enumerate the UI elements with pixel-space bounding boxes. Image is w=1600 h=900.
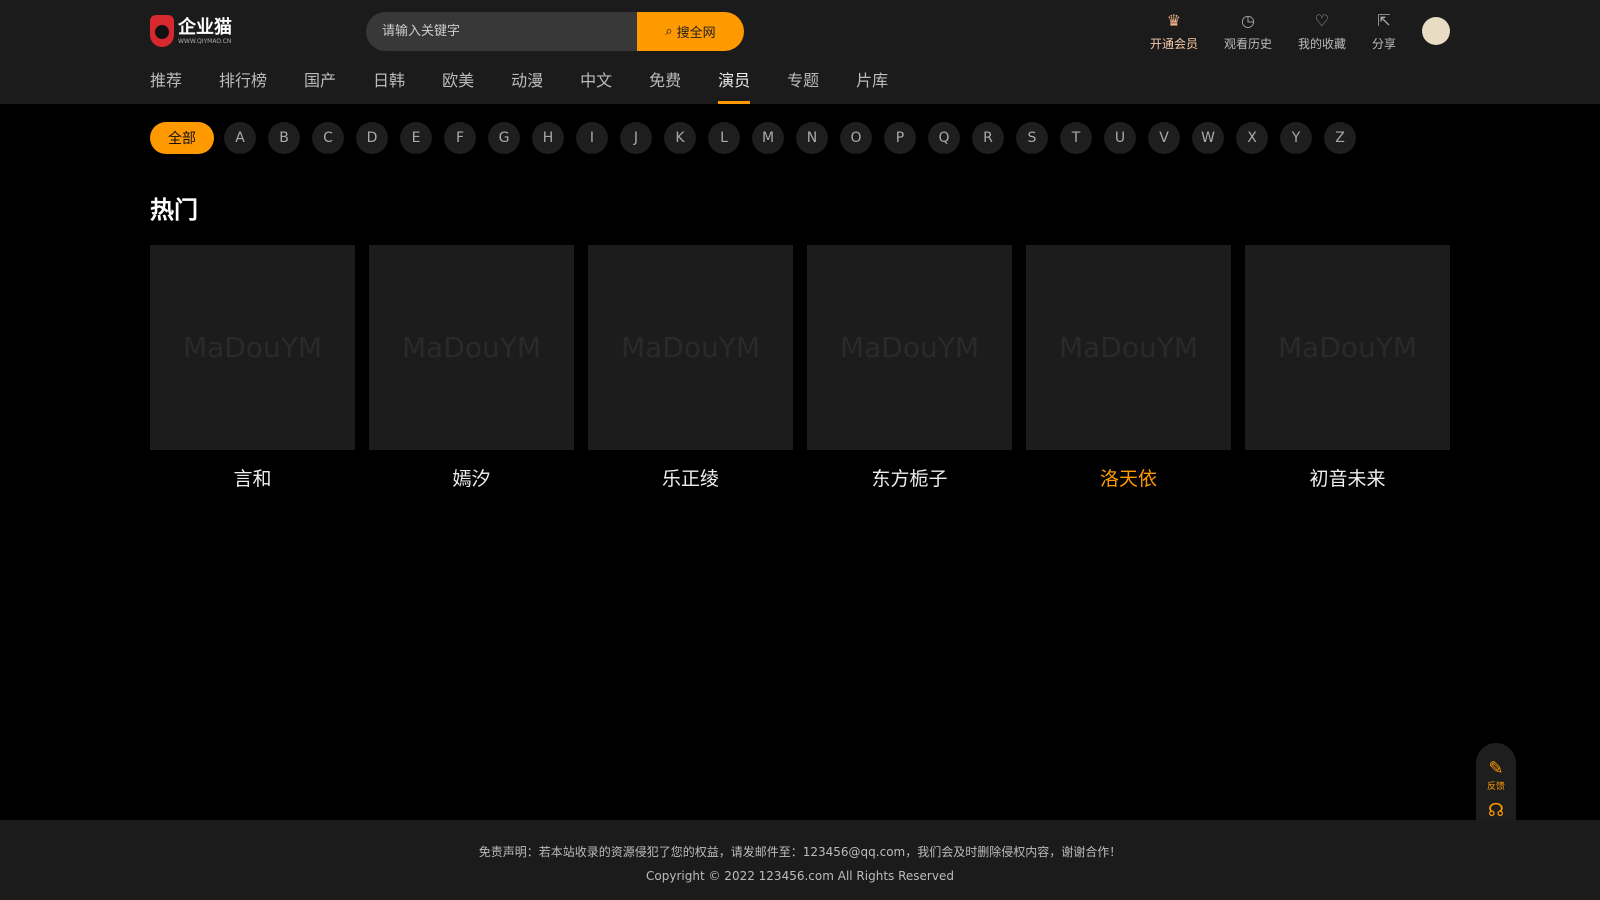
- edit-icon: ✎: [1488, 758, 1504, 779]
- letter-i[interactable]: I: [576, 122, 608, 154]
- letter-w[interactable]: W: [1192, 122, 1224, 154]
- letter-v[interactable]: V: [1148, 122, 1180, 154]
- history-label: 观看历史: [1223, 36, 1272, 51]
- copyright: Copyright © 2022 123456.com All Rights R…: [646, 869, 954, 883]
- actor-grid: MaDouYM 言和 MaDouYM 嫣汐 MaDouYM 乐正绫 MaDouYM 东方栀子 M…: [150, 245, 1450, 491]
- letter-all[interactable]: 全部: [150, 122, 214, 154]
- letter-x[interactable]: X: [1236, 122, 1268, 154]
- search-input[interactable]: [366, 11, 637, 51]
- nav-item[interactable]: 片库: [856, 62, 888, 104]
- main-nav: 推荐 排行榜 国产 日韩 欧美 动漫 中文 免费 演员 专题 片库: [150, 62, 1450, 104]
- letter-z[interactable]: Z: [1324, 122, 1356, 154]
- search-button[interactable]: ⌕ 搜全网: [637, 11, 744, 51]
- nav-item[interactable]: 动漫: [511, 62, 543, 104]
- letter-r[interactable]: R: [972, 122, 1004, 154]
- logo-cat-icon: [150, 15, 174, 47]
- nav-item[interactable]: 国产: [304, 62, 336, 104]
- actor-thumbnail[interactable]: MaDouYM: [150, 245, 355, 450]
- nav-item[interactable]: 演员: [718, 62, 751, 104]
- letter-h[interactable]: H: [532, 122, 564, 154]
- actor-name[interactable]: 乐正绫: [588, 464, 793, 491]
- letter-b[interactable]: B: [268, 122, 300, 154]
- actor-thumbnail[interactable]: MaDouYM: [1026, 245, 1231, 450]
- letter-l[interactable]: L: [708, 122, 740, 154]
- actor-name[interactable]: 言和: [150, 464, 355, 491]
- letter-a[interactable]: A: [224, 122, 256, 154]
- section-title: 热门: [150, 196, 198, 224]
- letter-t[interactable]: T: [1060, 122, 1092, 154]
- actor-card[interactable]: MaDouYM 东方栀子: [807, 245, 1012, 491]
- headset-icon: ☊: [1487, 800, 1504, 821]
- actor-thumbnail[interactable]: MaDouYM: [588, 245, 793, 450]
- actor-card[interactable]: MaDouYM 洛天依: [1026, 245, 1231, 491]
- vip-label: 开通会员: [1149, 36, 1198, 51]
- actor-name[interactable]: 东方栀子: [807, 464, 1012, 491]
- nav-item[interactable]: 日韩: [373, 62, 405, 104]
- actor-thumbnail[interactable]: MaDouYM: [1245, 245, 1450, 450]
- logo-name: 企业猫: [178, 16, 232, 38]
- nav-item[interactable]: 中文: [580, 62, 612, 104]
- letter-filter: 全部 ABCDEFGHIJKLMNOPQRSTUVWXYZ: [150, 122, 1450, 154]
- favorites-label: 我的收藏: [1297, 36, 1346, 51]
- letter-y[interactable]: Y: [1280, 122, 1312, 154]
- letter-j[interactable]: J: [620, 122, 652, 154]
- nav-item[interactable]: 排行榜: [219, 62, 267, 104]
- header: 企业猫WWW.QIYMAO.CN ⌕搜全网 ♛开通会员 ◷观看历史 ♡我的收藏 …: [0, 0, 1600, 104]
- nav-item[interactable]: 欧美: [442, 62, 474, 104]
- crown-icon: ♛: [1166, 10, 1182, 30]
- nav-item[interactable]: 专题: [787, 62, 819, 104]
- share-icon: ⇱: [1377, 10, 1391, 30]
- nav-item[interactable]: 推荐: [150, 62, 182, 104]
- actor-name[interactable]: 洛天依: [1026, 464, 1231, 491]
- letter-m[interactable]: M: [752, 122, 784, 154]
- share-button[interactable]: ⇱ 分享: [1372, 11, 1396, 52]
- favorites-button[interactable]: ♡ 我的收藏: [1298, 11, 1346, 52]
- letter-p[interactable]: P: [884, 122, 916, 154]
- actor-card[interactable]: MaDouYM 乐正绫: [588, 245, 793, 491]
- actor-thumbnail[interactable]: MaDouYM: [369, 245, 574, 450]
- vip-button[interactable]: ♛ 开通会员: [1150, 11, 1198, 52]
- letter-u[interactable]: U: [1104, 122, 1136, 154]
- search-bar: ⌕搜全网: [366, 11, 744, 51]
- letter-q[interactable]: Q: [928, 122, 960, 154]
- letter-o[interactable]: O: [840, 122, 872, 154]
- actor-card[interactable]: MaDouYM 言和: [150, 245, 355, 491]
- letter-f[interactable]: F: [444, 122, 476, 154]
- search-icon: ⌕: [665, 23, 673, 39]
- history-button[interactable]: ◷ 观看历史: [1224, 11, 1272, 52]
- actor-card[interactable]: MaDouYM 初音未来: [1245, 245, 1450, 491]
- letter-e[interactable]: E: [400, 122, 432, 154]
- heart-icon: ♡: [1314, 10, 1330, 30]
- letter-g[interactable]: G: [488, 122, 520, 154]
- logo[interactable]: 企业猫 WWW.QIYMAO.CN: [150, 15, 366, 47]
- actor-thumbnail[interactable]: MaDouYM: [807, 245, 1012, 450]
- letter-d[interactable]: D: [356, 122, 388, 154]
- letter-s[interactable]: S: [1016, 122, 1048, 154]
- actor-name[interactable]: 初音未来: [1245, 464, 1450, 491]
- avatar[interactable]: [1422, 17, 1450, 45]
- letter-c[interactable]: C: [312, 122, 344, 154]
- search-button-label: 搜全网: [676, 25, 716, 41]
- clock-icon: ◷: [1240, 10, 1255, 30]
- feedback-button[interactable]: ✎ 反馈: [1487, 758, 1505, 792]
- nav-item[interactable]: 免费: [649, 62, 681, 104]
- share-label: 分享: [1371, 36, 1396, 51]
- feedback-label: 反馈: [1486, 782, 1505, 792]
- actor-name[interactable]: 嫣汐: [369, 464, 574, 491]
- footer: 免责声明：若本站收录的资源侵犯了您的权益，请发邮件至：123456@qq.com…: [0, 820, 1600, 900]
- disclaimer: 免责声明：若本站收录的资源侵犯了您的权益，请发邮件至：123456@qq.com…: [478, 845, 1122, 859]
- actor-card[interactable]: MaDouYM 嫣汐: [369, 245, 574, 491]
- letter-k[interactable]: K: [664, 122, 696, 154]
- letter-n[interactable]: N: [796, 122, 828, 154]
- logo-url: WWW.QIYMAO.CN: [178, 37, 232, 45]
